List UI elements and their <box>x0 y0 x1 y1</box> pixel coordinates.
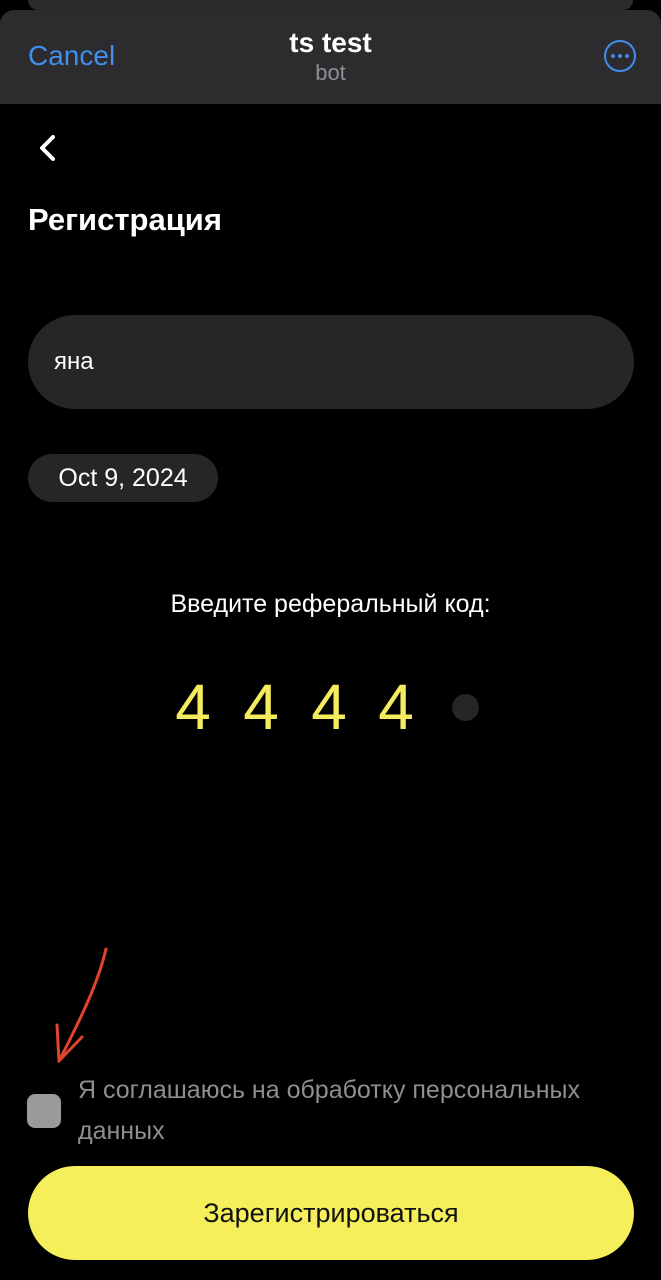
bot-subtitle: bot <box>315 60 346 85</box>
consent-label[interactable]: Я соглашаюсь на обработку персональных д… <box>78 1070 638 1152</box>
birth-date-picker[interactable]: Oct 9, 2024 <box>28 454 218 502</box>
more-circle-icon[interactable] <box>604 40 636 72</box>
referral-digit-2[interactable]: 4 <box>236 668 286 746</box>
referral-digit-3[interactable]: 4 <box>304 668 354 746</box>
referral-code-label: Введите реферальный код: <box>170 590 491 618</box>
more-dot <box>610 54 615 58</box>
referral-digit-4[interactable]: 4 <box>371 668 421 746</box>
chevron-left-icon[interactable] <box>34 132 64 166</box>
referral-digit-1[interactable]: 4 <box>168 668 218 746</box>
more-dot <box>617 54 622 58</box>
page-title: Регистрация <box>28 202 222 237</box>
register-button[interactable]: Зарегистрироваться <box>28 1166 634 1260</box>
referral-empty-slot[interactable] <box>452 694 479 721</box>
webapp-header: Cancel ts test bot <box>0 10 661 104</box>
red-arrow-icon <box>55 947 108 1063</box>
bot-title: ts test <box>289 27 372 58</box>
name-input[interactable]: яна <box>28 315 634 409</box>
background-sheet-edge <box>28 0 633 10</box>
header-title-group: ts test bot <box>0 26 661 86</box>
more-dot <box>624 54 629 58</box>
consent-checkbox[interactable] <box>27 1094 61 1128</box>
